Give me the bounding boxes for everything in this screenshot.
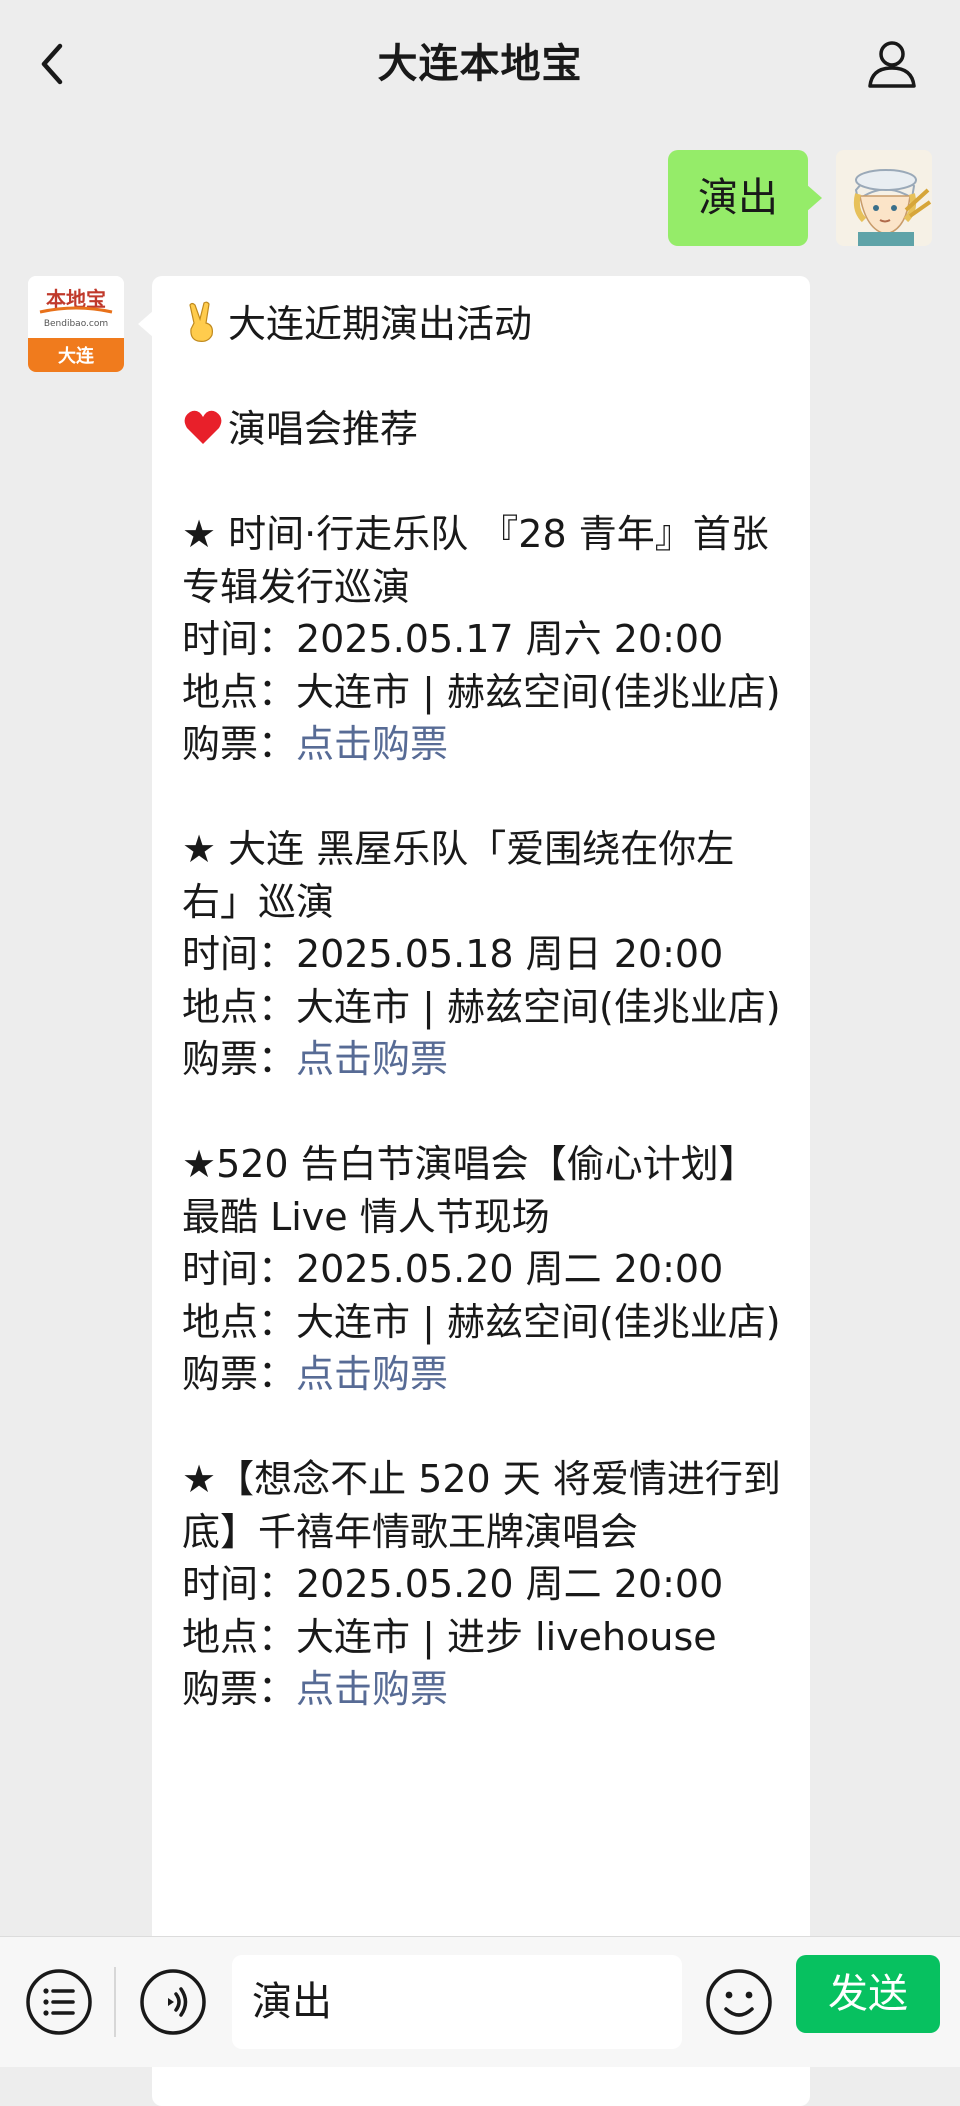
user-message: 演出 [668,150,932,246]
divider [114,1967,116,2037]
event-time: 时间：2025.05.20 周二 20:00 [182,1562,724,1606]
buy-ticket-link[interactable]: 点击购票 [296,1667,448,1711]
event-title: ★ 大连 黑屋乐队「爱围绕在你左右」巡演 [182,827,735,924]
event-item: ★520 告白节演唱会【偷心计划】最酷 Live 情人节现场 时间：2025.0… [182,1138,782,1401]
event-title: ★520 告白节演唱会【偷心计划】最酷 Live 情人节现场 [182,1142,757,1239]
svg-text:大连: 大连 [58,345,95,367]
buy-ticket-link[interactable]: 点击购票 [296,1037,448,1081]
event-time: 时间：2025.05.18 周日 20:00 [182,932,724,976]
event-ticket: 购票：点击购票 [182,1037,449,1081]
account-avatar[interactable]: 本地宝 Bendibao.com 大连 [28,276,124,372]
event-ticket: 购票：点击购票 [182,1667,449,1711]
reply-message-bubble[interactable]: 大连近期演出活动 演唱会推荐 ★ 时间·行走乐队 『28 青年』首张专辑发行巡演… [138,276,810,2106]
event-title: ★ 时间·行走乐队 『28 青年』首张专辑发行巡演 [182,512,769,609]
buy-ticket-link[interactable]: 点击购票 [296,1352,448,1396]
event-item: ★【想念不止 520 天 将爱情进行到底】千禧年情歌王牌演唱会 时间：2025.… [182,1453,782,1716]
send-button[interactable]: 发送 [796,1955,940,2033]
message-input[interactable]: 演出 [232,1955,682,2049]
event-item: ★ 时间·行走乐队 『28 青年』首张专辑发行巡演 时间：2025.05.17 … [182,508,782,771]
event-title: ★【想念不止 520 天 将爱情进行到底】千禧年情歌王牌演唱会 [182,1457,781,1554]
page-title: 大连本地宝 [377,41,583,87]
reply-section-title: 演唱会推荐 [182,403,782,456]
event-place: 地点：大连市 | 赫兹空间(佳兆业店) [182,669,781,714]
event-place: 地点：大连市 | 赫兹空间(佳兆业店) [182,984,781,1029]
voice-icon[interactable] [138,1967,208,2037]
profile-icon[interactable] [864,36,920,92]
event-place: 地点：大连市 | 赫兹空间(佳兆业店) [182,1299,781,1344]
user-message-text: 演出 [698,175,778,221]
user-message-bubble[interactable]: 演出 [668,150,822,246]
event-item: ★ 大连 黑屋乐队「爱围绕在你左右」巡演 时间：2025.05.18 周日 20… [182,823,782,1086]
svg-text:Bendibao.com: Bendibao.com [44,319,108,329]
event-ticket: 购票：点击购票 [182,722,449,766]
event-place: 地点：大连市 | 进步 livehouse [182,1614,717,1659]
heart-emoji-icon [184,410,222,444]
top-bar: 大连本地宝 [0,0,960,124]
emoji-smile-icon[interactable] [704,1967,774,2037]
buy-ticket-link[interactable]: 点击购票 [296,722,448,766]
reply-intro: 大连近期演出活动 [182,298,782,351]
user-avatar-image [836,150,932,246]
event-time: 时间：2025.05.20 周二 20:00 [182,1247,724,1291]
input-bar: 演出 发送 [0,1936,960,2067]
menu-list-icon[interactable] [24,1967,94,2037]
user-avatar[interactable] [836,150,932,246]
peace-emoji-icon [189,301,213,342]
event-ticket: 购票：点击购票 [182,1352,449,1396]
bendibao-logo: 本地宝 Bendibao.com 大连 [28,276,124,372]
event-time: 时间：2025.05.17 周六 20:00 [182,617,724,661]
